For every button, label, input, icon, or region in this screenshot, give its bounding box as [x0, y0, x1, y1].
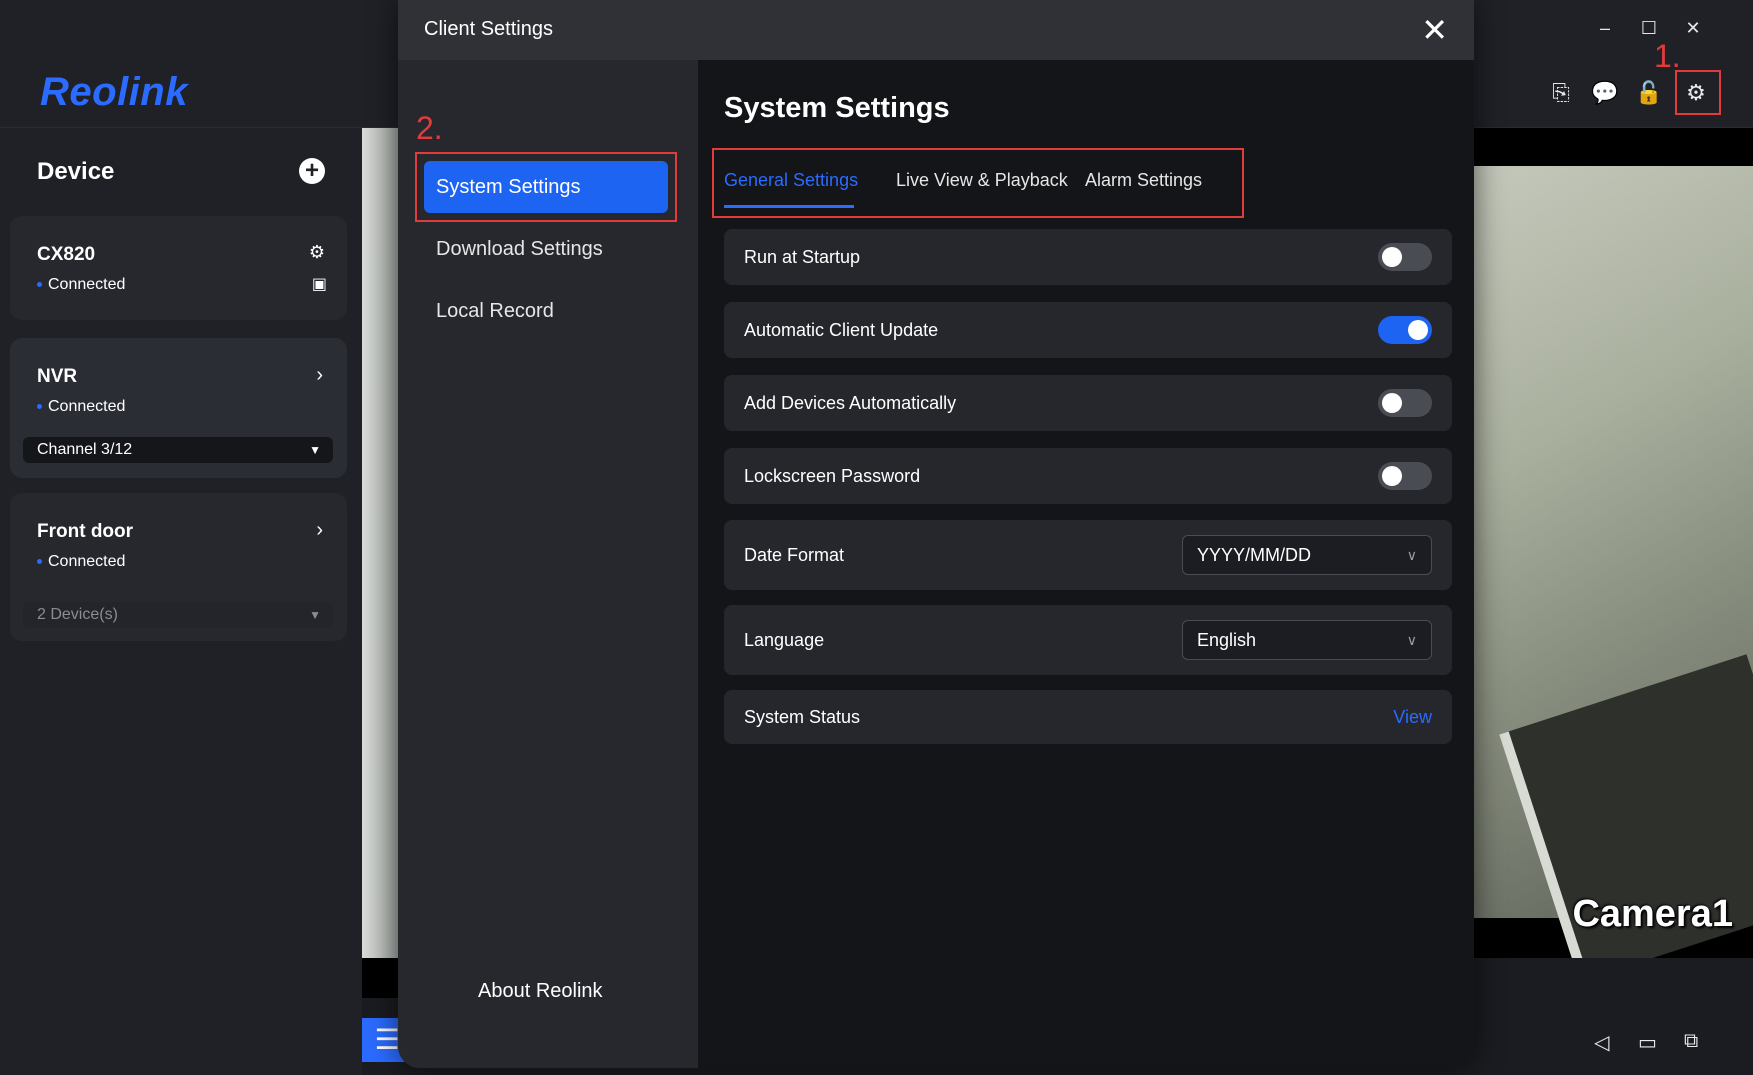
device-status: Connected [37, 553, 125, 571]
device-gear-icon[interactable]: ⚙ [309, 242, 325, 263]
setting-row-language: Language English ∨ [724, 605, 1452, 675]
chevron-right-icon: › [316, 519, 323, 541]
setting-label: Lockscreen Password [744, 466, 921, 486]
chevron-right-icon: › [316, 364, 323, 386]
highlight-box-settings [1675, 70, 1721, 115]
close-window-button[interactable]: ✕ [1678, 18, 1708, 39]
setting-label: Date Format [744, 545, 845, 565]
device-status: Connected [37, 276, 125, 294]
unlock-icon[interactable]: 🔓 [1634, 78, 1664, 108]
annotation-step-1: 1. [1654, 38, 1681, 74]
lockscreen-password-toggle[interactable] [1378, 462, 1432, 490]
fullscreen-icon[interactable]: ⧉ [1684, 1030, 1698, 1053]
nav-item-local-record[interactable]: Local Record [436, 300, 554, 323]
setting-label: Automatic Client Update [744, 320, 939, 340]
device-card-cx820[interactable]: CX820 Connected ⚙ ▣ [10, 216, 347, 320]
add-devices-toggle[interactable] [1378, 389, 1432, 417]
setting-label: Run at Startup [744, 247, 861, 267]
camera-label: Camera1 [1572, 893, 1733, 935]
close-icon[interactable]: ✕ [1421, 12, 1448, 48]
message-icon[interactable]: 💬 [1590, 78, 1620, 108]
playback-bar [1473, 998, 1753, 1075]
device-status: Connected [37, 398, 125, 416]
page-title: System Settings [724, 92, 950, 124]
active-tab-indicator [724, 205, 854, 208]
speaker-icon[interactable]: ◁ [1594, 1030, 1609, 1055]
setting-label: System Status [744, 707, 861, 727]
video-feed-camera1[interactable]: Camera1 [1473, 128, 1753, 958]
settings-content: System Settings General Settings Live Vi… [698, 60, 1474, 1068]
video-letterbox [362, 958, 402, 998]
auto-update-toggle[interactable] [1378, 316, 1432, 344]
system-status-view-link[interactable]: View [1393, 707, 1432, 728]
tab-live-view-playback[interactable]: Live View & Playback [896, 170, 1068, 191]
device-card-front-door[interactable]: Front door › Connected 2 Device(s) ▼ [10, 493, 347, 641]
annotation-step-2: 2. [416, 110, 443, 146]
add-device-icon[interactable]: + [299, 158, 325, 184]
settings-nav: 2. System Settings Download Settings Loc… [398, 60, 698, 1068]
chevron-down-icon: ∨ [1406, 547, 1417, 563]
dialog-header: Client Settings ✕ [398, 0, 1474, 60]
setting-row-system-status: System Status View [724, 690, 1452, 744]
client-settings-dialog: Client Settings ✕ 2. System Settings Dow… [398, 0, 1474, 1068]
device-name: NVR [37, 366, 78, 387]
video-feed-left [362, 128, 402, 958]
setting-row-run-at-startup: Run at Startup [724, 229, 1452, 285]
device-name: CX820 [37, 244, 96, 265]
language-select[interactable]: English ∨ [1182, 620, 1432, 660]
setting-row-auto-update: Automatic Client Update [724, 302, 1452, 358]
maximize-button[interactable]: ☐ [1634, 18, 1664, 39]
device-card-nvr[interactable]: NVR › Connected Channel 3/12 ▼ [10, 338, 347, 478]
translate-icon[interactable]: ⎘ [1546, 78, 1576, 108]
caret-down-icon: ▼ [309, 443, 321, 457]
device-count-select[interactable]: 2 Device(s) ▼ [23, 602, 333, 628]
setting-row-add-devices: Add Devices Automatically [724, 375, 1452, 431]
reolink-logo: Reolink [40, 70, 188, 114]
tab-alarm-settings[interactable]: Alarm Settings [1085, 170, 1202, 191]
sidebar-title: Device [37, 158, 115, 185]
channel-select[interactable]: Channel 3/12 ▼ [23, 437, 333, 463]
setting-row-lockscreen: Lockscreen Password [724, 448, 1452, 504]
setting-label: Language [744, 630, 825, 650]
dialog-title: Client Settings [424, 18, 553, 40]
nav-item-download-settings[interactable]: Download Settings [436, 238, 603, 261]
caret-down-icon: ▼ [309, 608, 321, 622]
screen-icon[interactable]: ▭ [1638, 1030, 1657, 1055]
chevron-down-icon: ∨ [1406, 632, 1417, 648]
tab-general-settings[interactable]: General Settings [724, 170, 858, 191]
setting-label: Add Devices Automatically [744, 393, 957, 413]
device-storage-icon: ▣ [311, 276, 327, 293]
device-sidebar: Device + CX820 Connected ⚙ ▣ NVR › Conne… [0, 128, 362, 1075]
nav-item-system-settings[interactable]: System Settings [424, 161, 668, 213]
device-name: Front door [37, 521, 134, 542]
run-at-startup-toggle[interactable] [1378, 243, 1432, 271]
date-format-select[interactable]: YYYY/MM/DD ∨ [1182, 535, 1432, 575]
about-reolink-link[interactable]: About Reolink [478, 980, 603, 1003]
minimize-button[interactable]: – [1590, 18, 1620, 39]
setting-row-date-format: Date Format YYYY/MM/DD ∨ [724, 520, 1452, 590]
